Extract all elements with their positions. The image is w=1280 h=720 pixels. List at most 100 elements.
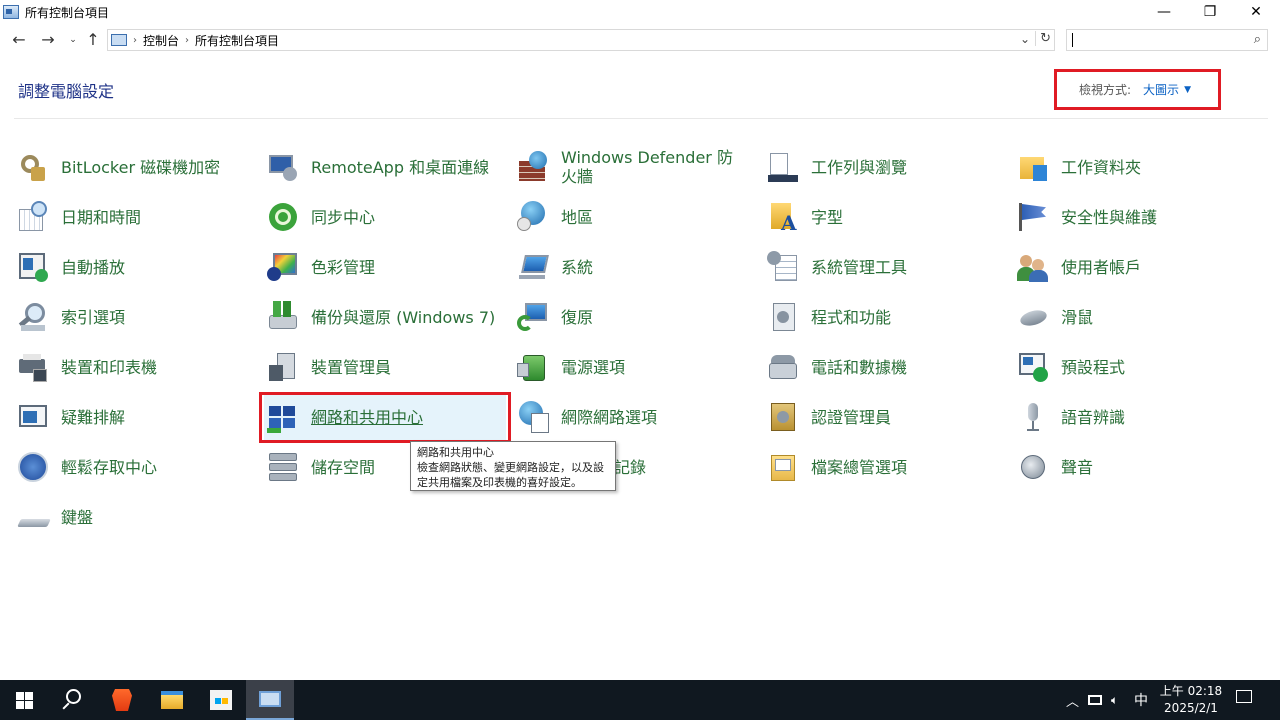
control-panel-item[interactable]: 滑鼠 <box>1017 292 1257 342</box>
taskbar-control-panel-button[interactable] <box>246 680 294 720</box>
back-button[interactable]: ← <box>9 30 29 49</box>
control-panel-item[interactable]: 復原 <box>517 292 757 342</box>
item-label: 裝置管理員 <box>311 357 392 377</box>
taskbar-icon <box>767 151 799 183</box>
show-hidden-icons-button[interactable]: ︿ <box>1066 680 1079 720</box>
device-manager-icon <box>267 351 299 383</box>
close-button[interactable]: ✕ <box>1233 0 1279 24</box>
tooltip: 網路和共用中心 檢查網路狀態、變更網路設定，以及設定共用檔案及印表機的喜好設定。 <box>410 441 616 491</box>
control-panel-item[interactable]: 工作資料夾 <box>1017 142 1257 192</box>
sound-icon <box>1017 451 1049 483</box>
breadcrumb-control-panel[interactable]: 控制台 <box>143 32 179 49</box>
taskbar-brave-button[interactable] <box>98 680 146 720</box>
system-icon <box>517 251 549 283</box>
control-panel-item[interactable]: 網際網路選項 <box>517 392 757 442</box>
item-label: 記錄 <box>614 457 647 477</box>
remoteapp-icon <box>267 151 299 183</box>
breadcrumb-separator[interactable]: › <box>185 35 189 46</box>
phone-modem-icon <box>767 351 799 383</box>
control-panel-item[interactable]: 聲音 <box>1017 442 1257 492</box>
taskbar-search-button[interactable] <box>48 680 96 720</box>
control-panel-item[interactable]: Windows Defender 防火牆 <box>517 142 757 192</box>
clock[interactable]: 上午 02:18 2025/2/1 <box>1156 683 1226 717</box>
control-panel-item[interactable]: 工作列與瀏覽 <box>767 142 1007 192</box>
control-panel-item[interactable]: BitLocker 磁碟機加密 <box>17 142 247 192</box>
start-button[interactable] <box>0 680 48 720</box>
control-panel-item[interactable]: 系統管理工具 <box>767 242 1007 292</box>
admin-tools-icon <box>767 251 799 283</box>
item-label: 認證管理員 <box>811 407 892 427</box>
clock-date: 2025/2/1 <box>1164 701 1218 715</box>
control-panel-item[interactable]: 裝置管理員 <box>267 342 507 392</box>
control-panel-item[interactable]: 電話和數據機 <box>767 342 1007 392</box>
control-panel-item[interactable]: 備份與還原 (Windows 7) <box>267 292 507 342</box>
address-bar[interactable]: › 控制台 › 所有控制台項目 ⌄ ↻ <box>107 29 1055 51</box>
tooltip-body: 檢查網路狀態、變更網路設定，以及設定共用檔案及印表機的喜好設定。 <box>417 461 604 489</box>
control-panel-item[interactable]: 地區 <box>517 192 757 242</box>
troubleshooting-icon <box>17 401 49 433</box>
control-panel-item[interactable]: 日期和時間 <box>17 192 247 242</box>
view-by-dropdown[interactable]: 大圖示 <box>1143 81 1179 98</box>
microsoft-store-icon <box>210 690 232 710</box>
control-panel-item[interactable]: 色彩管理 <box>267 242 507 292</box>
recent-locations-button[interactable]: ⌄ <box>63 35 83 45</box>
item-label: 網際網路選項 <box>561 407 658 427</box>
windows-start-icon <box>15 691 33 709</box>
minimize-button[interactable]: — <box>1141 0 1187 24</box>
item-label: 字型 <box>811 207 844 227</box>
item-label: 疑難排解 <box>61 407 126 427</box>
storage-spaces-icon <box>267 451 299 483</box>
control-panel-item[interactable]: 疑難排解 <box>17 392 247 442</box>
taskbar-store-button[interactable] <box>197 680 245 720</box>
tooltip-title: 網路和共用中心 <box>417 446 494 459</box>
programs-features-icon <box>767 301 799 333</box>
item-label: 同步中心 <box>311 207 376 227</box>
breadcrumb-all-items[interactable]: 所有控制台項目 <box>195 32 279 49</box>
work-folders-icon <box>1017 151 1049 183</box>
volume-icon[interactable]: 🔈︎ <box>1111 680 1118 720</box>
control-panel-item[interactable]: 記錄 <box>614 442 754 492</box>
forward-button[interactable]: → <box>38 30 58 49</box>
control-panel-item[interactable]: 預設程式 <box>1017 342 1257 392</box>
control-panel-item[interactable]: RemoteApp 和桌面連線 <box>267 142 507 192</box>
control-panel-item[interactable]: 檔案總管選項 <box>767 442 1007 492</box>
text-caret <box>1072 33 1073 47</box>
maximize-button[interactable]: ❐ <box>1187 0 1233 24</box>
navigation-bar: ← → ⌄ ↑ › 控制台 › 所有控制台項目 ⌄ ↻ ⌕ <box>0 24 1280 56</box>
refresh-button[interactable]: ↻ <box>1035 31 1051 46</box>
control-panel-icon <box>3 5 19 19</box>
notification-center-icon[interactable] <box>1236 689 1252 707</box>
control-panel-item[interactable]: 系統 <box>517 242 757 292</box>
item-label: 輕鬆存取中心 <box>61 457 158 477</box>
highlight-box <box>259 392 511 443</box>
control-panel-item[interactable]: 認證管理員 <box>767 392 1007 442</box>
control-panel-item[interactable]: 輕鬆存取中心 <box>17 442 247 492</box>
address-dropdown-button[interactable]: ⌄ <box>1020 32 1030 46</box>
control-panel-item[interactable]: 安全性與維護 <box>1017 192 1257 242</box>
up-button[interactable]: ↑ <box>83 30 103 49</box>
search-icon[interactable]: ⌕ <box>1254 32 1261 47</box>
date-time-icon <box>17 201 49 233</box>
control-panel-item[interactable]: 自動播放 <box>17 242 247 292</box>
item-label: 電話和數據機 <box>811 357 908 377</box>
view-by-label: 檢視方式: <box>1079 83 1132 97</box>
control-panel-item[interactable]: 電源選項 <box>517 342 757 392</box>
control-panel-item[interactable]: 使用者帳戶 <box>1017 242 1257 292</box>
control-panel-item[interactable]: 裝置和印表機 <box>17 342 247 392</box>
control-panel-item[interactable]: 鍵盤 <box>17 492 247 542</box>
chevron-down-icon[interactable]: ▼ <box>1184 85 1191 95</box>
item-label: 儲存空間 <box>311 457 376 477</box>
control-panel-item[interactable]: A 字型 <box>767 192 1007 242</box>
control-panel-item[interactable]: 程式和功能 <box>767 292 1007 342</box>
recovery-icon <box>517 301 549 333</box>
network-icon[interactable] <box>1088 680 1102 720</box>
search-input[interactable]: ⌕ <box>1066 29 1268 51</box>
item-label: 聲音 <box>1061 457 1094 477</box>
control-panel-item[interactable]: 語音辨識 <box>1017 392 1257 442</box>
item-label: RemoteApp 和桌面連線 <box>311 157 490 177</box>
indexing-options-icon <box>17 301 49 333</box>
taskbar-file-explorer-button[interactable] <box>148 680 196 720</box>
input-method-indicator[interactable]: 中 <box>1134 680 1148 720</box>
control-panel-item[interactable]: 同步中心 <box>267 192 507 242</box>
control-panel-item[interactable]: 索引選項 <box>17 292 247 342</box>
